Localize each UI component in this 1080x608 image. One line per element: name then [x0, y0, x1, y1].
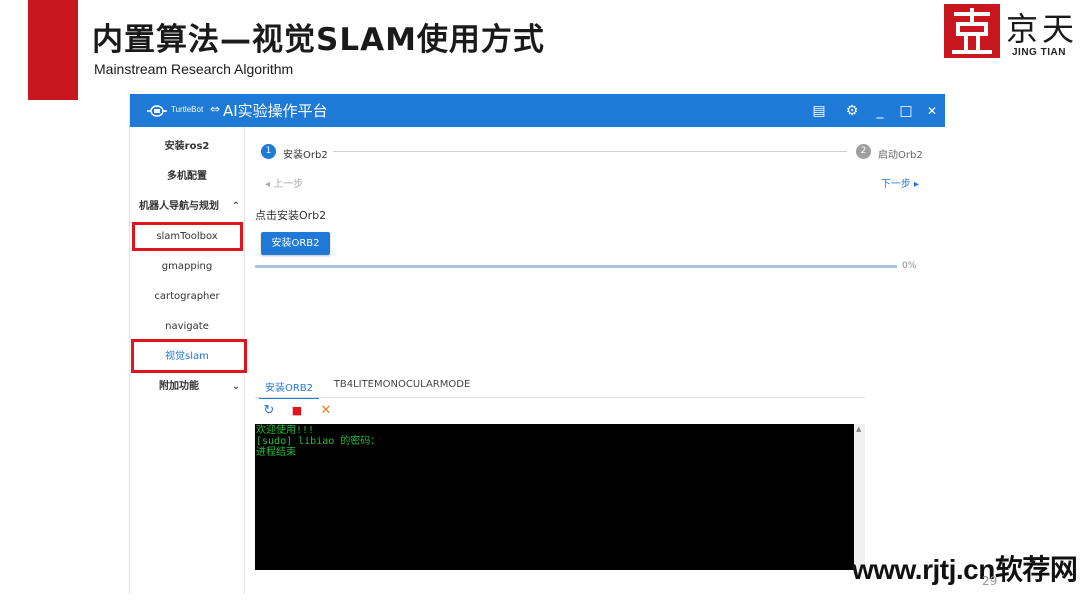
jingtian-logo: 京天 JING TIAN [942, 2, 1078, 62]
step-2-indicator[interactable]: 2 [856, 144, 871, 159]
install-hint: 点击安装Orb2 [255, 209, 327, 222]
chevron-up-icon: ⌃ [231, 201, 240, 212]
step-1-indicator[interactable]: 1 [261, 144, 276, 159]
turtlebot-logo: TurtleBot ⇔ [147, 101, 221, 121]
page-number: 29 [982, 574, 998, 588]
sidebar-item-label: navigate [165, 321, 209, 332]
step-2-label: 启动Orb2 [878, 150, 923, 161]
app-title: AI实验操作平台 [223, 102, 328, 120]
app-window: TurtleBot ⇔ AI实验操作平台 ▤ ⚙ _ □ ✕ 安装ros2 多机… [129, 94, 945, 594]
settings-icon[interactable]: ⚙ [841, 100, 863, 122]
prev-step-button[interactable]: ◂ 上一步 [265, 175, 303, 190]
prev-step-label: 上一步 [273, 179, 304, 190]
step-connector [333, 151, 847, 152]
stop-icon[interactable]: ■ [289, 403, 305, 419]
refresh-icon[interactable]: ↻ [261, 403, 277, 419]
slide-title: 内置算法—视觉SLAM使用方式 [92, 22, 545, 58]
sidebar-item-install-ros2[interactable]: 安装ros2 [130, 132, 244, 162]
sidebar: 安装ros2 多机配置 机器人导航与规划 ⌃ slamToolbox gmappi… [130, 127, 247, 594]
watermark: www.rjtj.cn软荐网 [852, 554, 1078, 585]
sidebar-item-navigate[interactable]: navigate [130, 312, 244, 342]
install-orb2-button[interactable]: 安装ORB2 [261, 232, 330, 255]
clear-icon[interactable]: ✕ [318, 403, 334, 419]
logo-cn-text: 京天 [1006, 10, 1079, 48]
main-panel: 1 安装Orb2 2 启动Orb2 ◂ 上一步 下一步 ▸ 点击安装Orb2 安… [245, 127, 945, 594]
slide-subtitle: Mainstream Research Algorithm [94, 61, 294, 77]
terminal-line: 进程结束 [256, 447, 296, 458]
turtlebot-icon [147, 105, 167, 117]
sidebar-item-gmapping[interactable]: gmapping [130, 252, 244, 282]
logo-symbol: ⇔ [210, 102, 221, 116]
accent-bar [28, 0, 78, 100]
tabs-divider [255, 397, 865, 398]
sidebar-item-label: 安装ros2 [164, 141, 210, 152]
sidebar-item-label: gmapping [161, 261, 213, 272]
highlight-box-visual-slam [131, 339, 247, 373]
terminal-output[interactable]: 欢迎使用!!! [sudo] libiao 的密码： 进程结束 [255, 424, 854, 570]
title-bar: TurtleBot ⇔ AI实验操作平台 ▤ ⚙ _ □ ✕ [130, 94, 945, 127]
next-step-label: 下一步 [880, 179, 911, 190]
sidebar-item-multi-machine[interactable]: 多机配置 [130, 162, 244, 192]
next-step-button[interactable]: 下一步 ▸ [881, 175, 919, 190]
sidebar-group-navigation[interactable]: 机器人导航与规划 ⌃ [130, 192, 244, 222]
chevron-down-icon: ⌄ [231, 381, 240, 392]
highlight-box-slamtoolbox [132, 222, 243, 251]
logo-mark [944, 4, 1000, 58]
sidebar-group-extras[interactable]: 附加功能 ⌄ [130, 372, 244, 402]
progress-bar [255, 265, 897, 268]
tab-install-orb2[interactable]: 安装ORB2 [259, 379, 319, 399]
tab-tb4-monocular[interactable]: TB4LITEMONOCULARMODE [333, 379, 471, 397]
sidebar-item-label: cartographer [154, 291, 220, 302]
list-icon[interactable]: ▤ [808, 100, 830, 122]
step-1-label: 安装Orb2 [283, 150, 328, 161]
sidebar-item-label: 机器人导航与规划 [139, 201, 219, 212]
close-button[interactable]: ✕ [921, 100, 943, 122]
terminal-line: 欢迎使用!!! [256, 425, 315, 436]
scroll-up-icon[interactable]: ▲ [856, 425, 861, 433]
turtlebot-logo-text: TurtleBot [171, 105, 204, 114]
maximize-button[interactable]: □ [895, 100, 917, 122]
sidebar-item-label: 多机配置 [167, 171, 207, 182]
progress-percent: 0% [902, 261, 917, 271]
sidebar-item-label: 附加功能 [159, 381, 199, 392]
minimize-button[interactable]: _ [869, 100, 891, 122]
terminal-line: [sudo] libiao 的密码： [256, 436, 381, 447]
logo-en-text: JING TIAN [1012, 47, 1066, 58]
sidebar-item-cartographer[interactable]: cartographer [130, 282, 244, 312]
